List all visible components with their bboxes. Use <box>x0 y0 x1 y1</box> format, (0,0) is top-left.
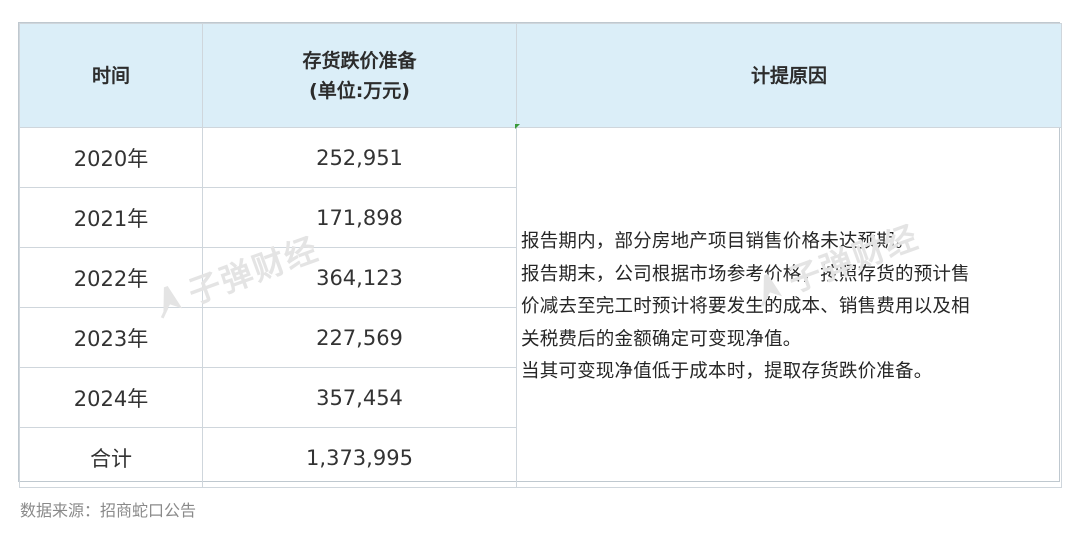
header-reserve: 存货跌价准备 (单位:万元) <box>202 23 517 128</box>
reason-line: 报告期内，部分房地产项目销售价格未达预期。 <box>521 231 914 253</box>
header-time-label: 时间 <box>91 64 130 87</box>
amount-cell: 364,123 <box>202 247 517 308</box>
header-time: 时间 <box>19 23 203 128</box>
year-cell: 2020年 <box>19 127 203 188</box>
amount-cell: 171,898 <box>202 187 517 248</box>
amount-cell: 357,454 <box>202 367 517 428</box>
inventory-reserve-table: 时间 存货跌价准备 (单位:万元) 计提原因 2020年 252,951 报告期… <box>19 23 1062 488</box>
amount-cell: 227,569 <box>202 307 517 368</box>
reason-line: 关税费后的金额确定可变现净值。 <box>521 328 802 350</box>
total-amount-cell: 1,373,995 <box>202 427 517 488</box>
reason-line: 当其可变现净值低于成本时，提取存货跌价准备。 <box>521 361 933 383</box>
reason-line: 价减去至完工时预计将要发生的成本、销售费用以及相 <box>521 296 970 318</box>
year-cell: 2021年 <box>19 187 203 248</box>
header-reserve-unit: (单位:万元) <box>309 79 410 102</box>
header-reason-label: 计提原因 <box>750 64 827 87</box>
amount-cell: 252,951 <box>202 127 517 188</box>
header-reason: 计提原因 <box>516 23 1062 128</box>
inventory-reserve-table-container: 时间 存货跌价准备 (单位:万元) 计提原因 2020年 252,951 报告期… <box>18 22 1062 488</box>
year-cell: 2022年 <box>19 247 203 308</box>
reason-line: 报告期末，公司根据市场参考价格，按照存货的预计售 <box>521 263 970 285</box>
table-row: 2020年 252,951 报告期内，部分房地产项目销售价格未达预期。 报告期末… <box>19 127 1062 488</box>
header-reserve-title: 存货跌价准备 <box>302 49 417 72</box>
table-header-row: 时间 存货跌价准备 (单位:万元) 计提原因 <box>19 23 1062 128</box>
year-cell: 2024年 <box>19 367 203 428</box>
source-note: 数据来源：招商蛇口公告 <box>20 501 197 520</box>
reason-cell: 报告期内，部分房地产项目销售价格未达预期。 报告期末，公司根据市场参考价格，按照… <box>516 127 1062 488</box>
total-label-cell: 合计 <box>19 427 203 488</box>
year-cell: 2023年 <box>19 307 203 368</box>
